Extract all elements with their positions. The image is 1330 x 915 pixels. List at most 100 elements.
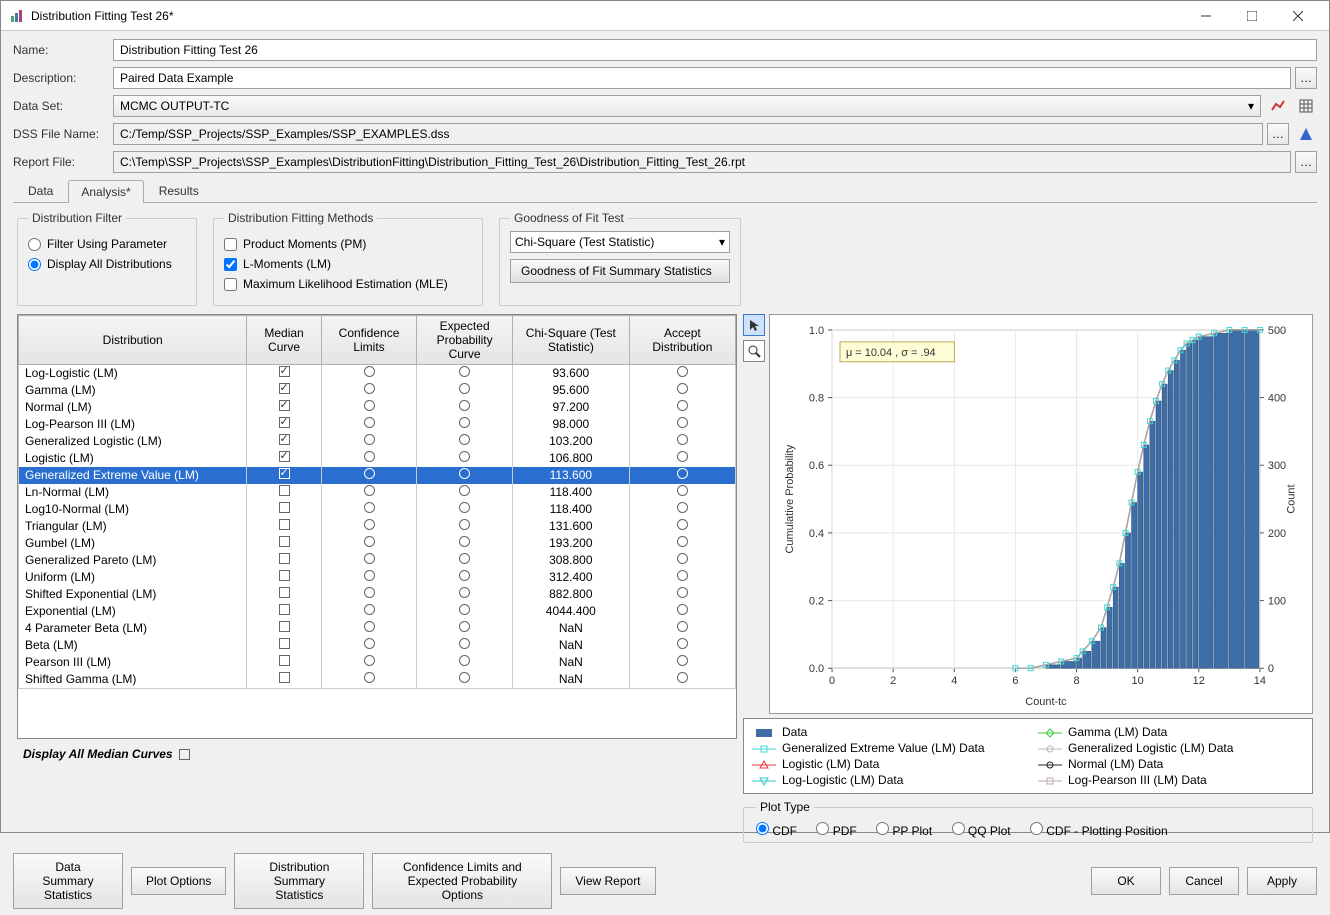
confidence-limits-radio[interactable] <box>364 638 375 649</box>
median-curve-checkbox[interactable] <box>279 366 290 377</box>
median-curve-checkbox[interactable] <box>279 502 290 513</box>
expected-probability-radio[interactable] <box>459 536 470 547</box>
plot-type-pdf-radio[interactable] <box>816 822 829 835</box>
confidence-limits-button[interactable]: Confidence Limits and Expected Probabili… <box>372 853 552 909</box>
pointer-tool-button[interactable] <box>743 314 765 336</box>
median-curve-checkbox[interactable] <box>279 621 290 632</box>
confidence-limits-radio[interactable] <box>364 383 375 394</box>
table-row[interactable]: Shifted Exponential (LM)882.800 <box>19 586 736 603</box>
expected-probability-radio[interactable] <box>459 451 470 462</box>
confidence-limits-radio[interactable] <box>364 621 375 632</box>
accept-distribution-radio[interactable] <box>677 621 688 632</box>
display-all-median-checkbox[interactable] <box>179 749 190 760</box>
accept-distribution-radio[interactable] <box>677 553 688 564</box>
accept-distribution-radio[interactable] <box>677 604 688 615</box>
median-curve-checkbox[interactable] <box>279 638 290 649</box>
tab-data[interactable]: Data <box>15 179 66 202</box>
description-field[interactable] <box>113 67 1291 89</box>
median-curve-checkbox[interactable] <box>279 451 290 462</box>
confidence-limits-radio[interactable] <box>364 553 375 564</box>
description-more-button[interactable]: … <box>1295 67 1317 89</box>
expected-probability-radio[interactable] <box>459 570 470 581</box>
accept-distribution-radio[interactable] <box>677 434 688 445</box>
confidence-limits-radio[interactable] <box>364 502 375 513</box>
dataset-table-button[interactable] <box>1295 95 1317 117</box>
table-row[interactable]: Normal (LM)97.200 <box>19 399 736 416</box>
accept-distribution-radio[interactable] <box>677 536 688 547</box>
col-accept[interactable]: Accept Distribution <box>629 316 735 365</box>
median-curve-checkbox[interactable] <box>279 536 290 547</box>
plot-type-pp-radio[interactable] <box>876 822 889 835</box>
median-curve-checkbox[interactable] <box>279 485 290 496</box>
filter-using-parameter-radio[interactable] <box>28 238 41 251</box>
expected-probability-radio[interactable] <box>459 468 470 479</box>
median-curve-checkbox[interactable] <box>279 570 290 581</box>
col-confidence[interactable]: Confidence Limits <box>321 316 417 365</box>
median-curve-checkbox[interactable] <box>279 468 290 479</box>
table-row[interactable]: Generalized Extreme Value (LM)113.600 <box>19 467 736 484</box>
table-row[interactable]: Log-Pearson III (LM)98.000 <box>19 416 736 433</box>
confidence-limits-radio[interactable] <box>364 400 375 411</box>
table-row[interactable]: Logistic (LM)106.800 <box>19 450 736 467</box>
expected-probability-radio[interactable] <box>459 672 470 683</box>
zoom-tool-button[interactable] <box>743 340 765 362</box>
table-row[interactable]: Exponential (LM)4044.400 <box>19 603 736 620</box>
plot-options-button[interactable]: Plot Options <box>131 867 226 895</box>
table-row[interactable]: Beta (LM)NaN <box>19 637 736 654</box>
maximize-button[interactable] <box>1229 1 1275 31</box>
expected-probability-radio[interactable] <box>459 604 470 615</box>
accept-distribution-radio[interactable] <box>677 485 688 496</box>
table-row[interactable]: Ln-Normal (LM)118.400 <box>19 484 736 501</box>
table-row[interactable]: Shifted Gamma (LM)NaN <box>19 671 736 688</box>
expected-probability-radio[interactable] <box>459 621 470 632</box>
confidence-limits-radio[interactable] <box>364 536 375 547</box>
confidence-limits-radio[interactable] <box>364 417 375 428</box>
expected-probability-radio[interactable] <box>459 434 470 445</box>
table-row[interactable]: Log10-Normal (LM)118.400 <box>19 501 736 518</box>
display-all-distributions-radio[interactable] <box>28 258 41 271</box>
expected-probability-radio[interactable] <box>459 519 470 530</box>
apply-button[interactable]: Apply <box>1247 867 1317 895</box>
median-curve-checkbox[interactable] <box>279 434 290 445</box>
confidence-limits-radio[interactable] <box>364 604 375 615</box>
accept-distribution-radio[interactable] <box>677 468 688 479</box>
table-row[interactable]: Pearson III (LM)NaN <box>19 654 736 671</box>
table-row[interactable]: Uniform (LM)312.400 <box>19 569 736 586</box>
data-summary-button[interactable]: Data Summary Statistics <box>13 853 123 909</box>
report-browse-button[interactable]: … <box>1295 151 1317 173</box>
tab-results[interactable]: Results <box>146 179 212 202</box>
accept-distribution-radio[interactable] <box>677 502 688 513</box>
accept-distribution-radio[interactable] <box>677 417 688 428</box>
accept-distribution-radio[interactable] <box>677 570 688 581</box>
gof-summary-button[interactable]: Goodness of Fit Summary Statistics <box>510 259 730 283</box>
cancel-button[interactable]: Cancel <box>1169 867 1239 895</box>
confidence-limits-radio[interactable] <box>364 587 375 598</box>
col-distribution[interactable]: Distribution <box>19 316 247 365</box>
accept-distribution-radio[interactable] <box>677 519 688 530</box>
dss-plot-blue-button[interactable] <box>1295 123 1317 145</box>
confidence-limits-radio[interactable] <box>364 672 375 683</box>
plot-type-qq-radio[interactable] <box>952 822 965 835</box>
confidence-limits-radio[interactable] <box>364 655 375 666</box>
table-row[interactable]: Generalized Logistic (LM)103.200 <box>19 433 736 450</box>
col-expected[interactable]: Expected Probability Curve <box>417 316 513 365</box>
col-chi[interactable]: Chi-Square (Test Statistic) <box>512 316 629 365</box>
confidence-limits-radio[interactable] <box>364 468 375 479</box>
expected-probability-radio[interactable] <box>459 553 470 564</box>
accept-distribution-radio[interactable] <box>677 638 688 649</box>
dataset-select[interactable]: MCMC OUTPUT-TC ▾ <box>113 95 1261 117</box>
table-row[interactable]: Generalized Pareto (LM)308.800 <box>19 552 736 569</box>
expected-probability-radio[interactable] <box>459 485 470 496</box>
median-curve-checkbox[interactable] <box>279 417 290 428</box>
median-curve-checkbox[interactable] <box>279 655 290 666</box>
expected-probability-radio[interactable] <box>459 383 470 394</box>
view-report-button[interactable]: View Report <box>560 867 655 895</box>
expected-probability-radio[interactable] <box>459 417 470 428</box>
accept-distribution-radio[interactable] <box>677 451 688 462</box>
accept-distribution-radio[interactable] <box>677 655 688 666</box>
minimize-button[interactable] <box>1183 1 1229 31</box>
mle-checkbox[interactable] <box>224 278 237 291</box>
expected-probability-radio[interactable] <box>459 587 470 598</box>
l-moments-checkbox[interactable] <box>224 258 237 271</box>
confidence-limits-radio[interactable] <box>364 451 375 462</box>
